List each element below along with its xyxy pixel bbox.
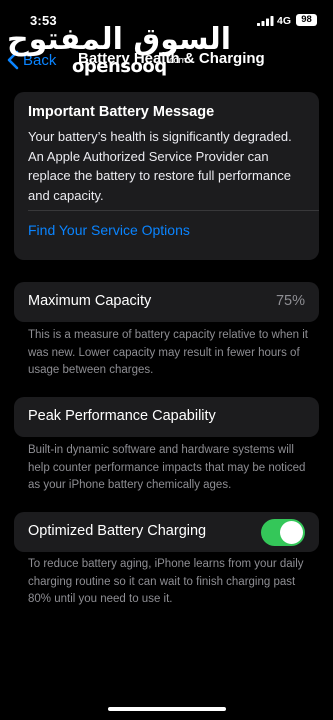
page-title: Battery Health & Charging [78,50,265,67]
toggle-knob [280,521,303,544]
peak-performance-footer: Built-in dynamic software and hardware s… [28,444,306,491]
network-type: 4G [277,15,292,27]
battery-level-indicator: 98 [296,14,317,26]
status-bar: 3:53 4G 98 [0,0,333,40]
battery-message-title: Important Battery Message [28,104,215,120]
back-label: Back [23,51,57,69]
maximum-capacity-value: 75% [275,293,305,309]
battery-message-body: Your battery’s health is significantly d… [28,129,292,203]
home-indicator[interactable] [108,707,226,711]
optimized-charging-toggle[interactable] [261,519,305,546]
divider [28,210,319,211]
cellular-signal-icon [257,16,274,26]
optimized-charging-row: Optimized Battery Charging [14,512,319,552]
maximum-capacity-row: Maximum Capacity 75% [14,282,319,322]
maximum-capacity-footer: This is a measure of battery capacity re… [28,329,308,376]
chevron-left-icon [7,50,19,70]
maximum-capacity-label: Maximum Capacity [28,293,152,309]
find-service-options-link[interactable]: Find Your Service Options [28,222,190,238]
optimized-charging-footer: To reduce battery aging, iPhone learns f… [28,558,304,605]
optimized-charging-label: Optimized Battery Charging [28,523,207,539]
peak-performance-label: Peak Performance Capability [28,408,216,424]
peak-performance-row: Peak Performance Capability [14,397,319,437]
navigation-bar: Back Battery Health & Charging [0,40,333,80]
back-button[interactable]: Back [7,50,56,70]
status-time: 3:53 [30,13,57,28]
battery-message-card: Important Battery Message Your battery’s… [14,92,319,260]
